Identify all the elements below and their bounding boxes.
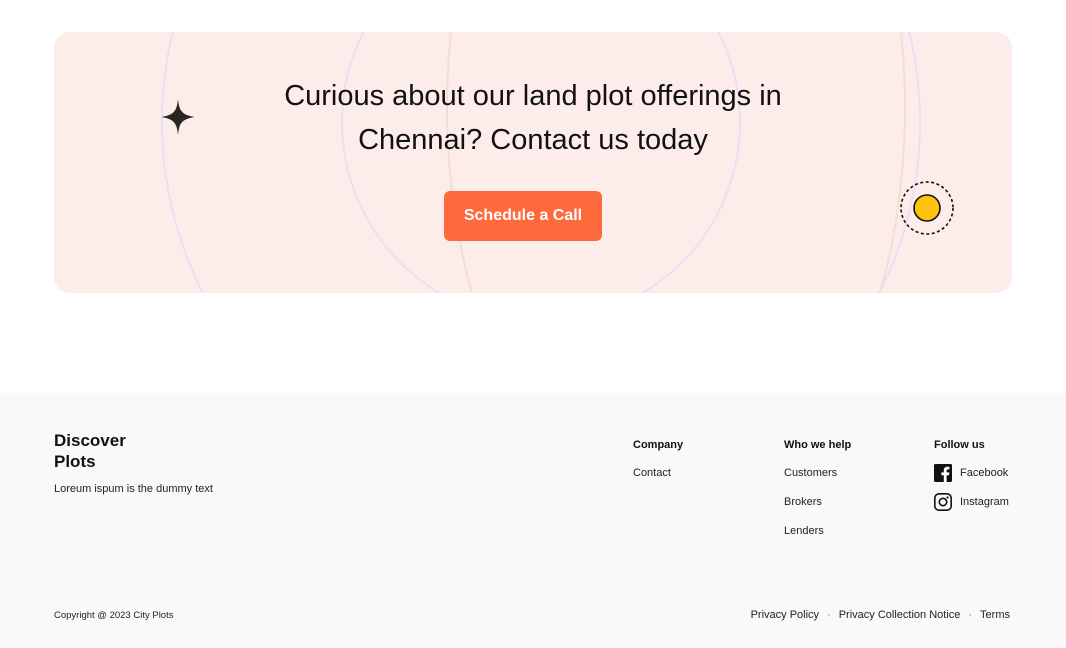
logo-line-2: Plots (54, 452, 96, 471)
instagram-label: Instagram (960, 496, 1009, 508)
cta-banner: Curious about our land plot offerings in… (54, 32, 1012, 293)
facebook-label: Facebook (960, 467, 1009, 479)
decorative-ring (161, 32, 921, 293)
cta-heading: Curious about our land plot offerings in… (224, 74, 842, 162)
instagram-icon (934, 493, 952, 511)
sun-icon (900, 181, 954, 235)
sparkle-icon (161, 99, 195, 135)
decorative-ring (341, 32, 741, 293)
footer-link-contact[interactable]: Contact (633, 467, 671, 479)
who-we-help-column-title: Who we help (784, 439, 852, 451)
footer-tagline: Loreum ispum is the dummy text (54, 483, 213, 495)
footer-link-lenders[interactable]: Lenders (784, 525, 824, 537)
facebook-icon (934, 464, 952, 482)
copyright-text: Copyright @ 2023 City Plots (54, 610, 174, 621)
instagram-link[interactable]: Instagram (934, 493, 1009, 511)
privacy-collection-notice-link[interactable]: Privacy Collection Notice (839, 609, 961, 621)
logo-line-1: Discover (54, 431, 126, 450)
follow-us-column-title: Follow us (934, 439, 985, 451)
legal-links: Privacy Policy · Privacy Collection Noti… (751, 609, 1010, 621)
decorative-ring (446, 32, 906, 293)
separator-dot: · (968, 609, 973, 621)
cta-heading-line-2: Chennai? Contact us today (358, 124, 708, 156)
schedule-call-button[interactable]: Schedule a Call (444, 191, 602, 241)
separator-dot: · (827, 609, 831, 621)
footer-link-brokers[interactable]: Brokers (784, 496, 822, 508)
facebook-link[interactable]: Facebook (934, 464, 1008, 482)
cta-heading-line-1: Curious about our land plot offerings in (284, 80, 782, 112)
terms-link[interactable]: Terms (980, 609, 1010, 621)
site-footer: Discover Plots Loreum ispum is the dummy… (0, 393, 1066, 648)
footer-logo[interactable]: Discover Plots (54, 430, 126, 472)
footer-link-customers[interactable]: Customers (784, 467, 837, 479)
company-column-title: Company (633, 439, 684, 451)
privacy-policy-link[interactable]: Privacy Policy (751, 609, 819, 621)
